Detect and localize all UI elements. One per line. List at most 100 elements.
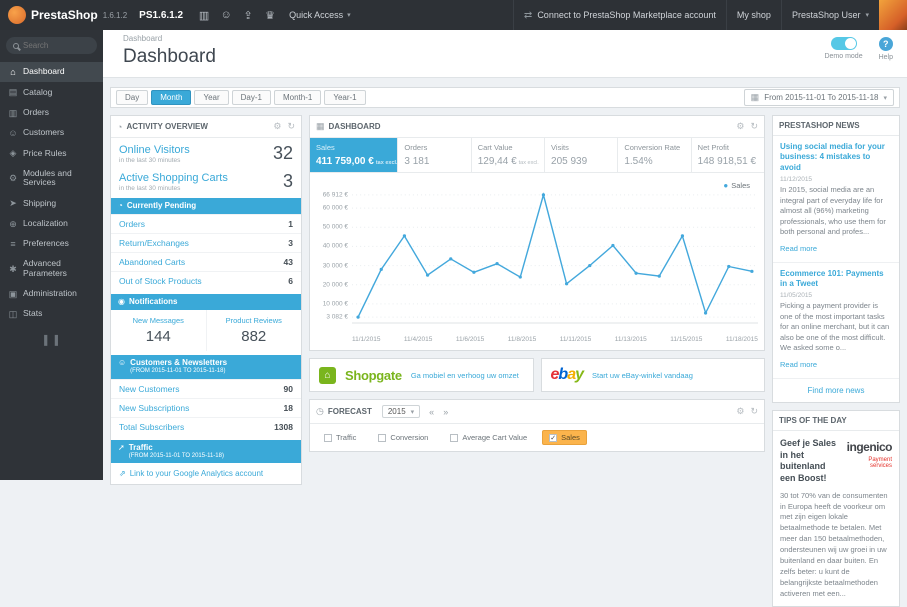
- orders-icon: ▥: [8, 107, 18, 118]
- forecast-traffic-label: Traffic: [336, 433, 357, 442]
- customers-newsletters-range: (FROM 2015-11-01 TO 2015-11-18): [130, 368, 226, 374]
- forecast-toggle-average-cart-value[interactable]: Average Cart Value: [443, 430, 534, 445]
- ebay-link[interactable]: Start uw eBay-winkel vandaag: [592, 371, 693, 380]
- tips-body-text: 30 tot 70% van de consumenten in Europa …: [780, 490, 888, 598]
- shopgate-logo-text: Shopgate: [345, 367, 402, 383]
- filter-month-button[interactable]: Month: [151, 90, 192, 105]
- my-shop-link[interactable]: My shop: [725, 0, 781, 30]
- sidebar-item-preferences[interactable]: ≡ Preferences: [0, 234, 103, 254]
- new-messages-cell[interactable]: New Messages 144: [111, 310, 207, 351]
- pending-orders-link[interactable]: Orders: [119, 219, 145, 229]
- google-analytics-label: Link to your Google Analytics account: [129, 469, 264, 478]
- active-carts-sub: in the last 30 minutes: [119, 185, 181, 192]
- demo-mode-toggle[interactable]: [830, 37, 857, 50]
- chevron-down-icon: ▾: [347, 12, 351, 19]
- forecast-acv-label: Average Cart Value: [462, 433, 528, 442]
- sidebar-item-customers[interactable]: ☺ Customers: [0, 123, 103, 143]
- active-carts-label[interactable]: Active Shopping Carts: [119, 172, 228, 184]
- quick-access-menu[interactable]: Quick Access ▾: [289, 10, 351, 20]
- date-range-picker[interactable]: ▦ From 2015-11-01 To 2015-11-18 ▾: [743, 89, 894, 106]
- news-panel-title: PRESTASHOP NEWS: [779, 121, 860, 130]
- forecast-icon: ◷: [316, 406, 324, 416]
- ingenico-logo-text: ingenico: [846, 439, 893, 454]
- sidebar-collapse-button[interactable]: ▌▐: [0, 335, 103, 345]
- refresh-icon[interactable]: ↻: [750, 406, 758, 417]
- shopgate-link[interactable]: Ga mobiel en verhoog uw omzet: [411, 371, 519, 380]
- metric-visits[interactable]: Visits 205 939: [545, 138, 619, 172]
- metric-sales[interactable]: Sales 411 759,00 € tax excl.: [310, 138, 399, 172]
- forecast-toggle-traffic[interactable]: Traffic: [317, 430, 363, 445]
- forecast-panel-title: FORECAST: [327, 407, 372, 416]
- traffic-title: Traffic: [128, 442, 153, 452]
- metric-orders[interactable]: Orders 3 181: [398, 138, 472, 172]
- sidebar-item-advanced-parameters[interactable]: ✱ Advanced Parameters: [0, 254, 103, 284]
- pending-returns-link[interactable]: Return/Exchanges: [119, 238, 189, 248]
- help-icon[interactable]: ?: [878, 37, 893, 51]
- news-article-excerpt: Picking a payment provider is one of the…: [780, 301, 890, 353]
- read-more-link[interactable]: Read more: [780, 360, 817, 369]
- filter-day-1-button[interactable]: Day-1: [231, 90, 271, 105]
- sidebar-item-label: Orders: [23, 106, 49, 117]
- ingenico-logo: ingenico Payment services: [846, 438, 893, 485]
- read-more-link[interactable]: Read more: [780, 244, 817, 253]
- avatar[interactable]: [879, 0, 907, 30]
- total-subscribers-link[interactable]: Total Subscribers: [119, 422, 184, 432]
- prestashop-logo-icon: [8, 6, 26, 24]
- user-menu[interactable]: PrestaShop User ▾: [780, 0, 879, 30]
- sidebar-item-dashboard[interactable]: ⌂ Dashboard: [0, 62, 103, 83]
- marketplace-link[interactable]: ⇄ Connect to PrestaShop Marketplace acco…: [512, 0, 726, 30]
- sidebar-item-catalog[interactable]: ▤ Catalog: [0, 82, 103, 102]
- new-subscriptions-link[interactable]: New Subscriptions: [119, 403, 189, 413]
- sidebar-item-price-rules[interactable]: ◈ Price Rules: [0, 143, 103, 163]
- forecast-next-button[interactable]: »: [443, 407, 448, 417]
- customer-icon[interactable]: ☺: [215, 9, 237, 21]
- metric-cart-value-value: 129,44 €: [477, 156, 517, 167]
- filter-year-1-button[interactable]: Year-1: [324, 90, 366, 105]
- product-reviews-cell[interactable]: Product Reviews 882: [207, 310, 302, 351]
- filter-year-button[interactable]: Year: [194, 90, 229, 105]
- home-icon: ⌂: [10, 67, 16, 77]
- main-content: Day Month Year Day-1 Month-1 Year-1 ▦ Fr…: [103, 79, 907, 607]
- sidebar-search[interactable]: [6, 37, 97, 54]
- active-carts-value: 3: [282, 171, 293, 191]
- sidebar-item-localization[interactable]: ⊕ Localization: [0, 214, 103, 234]
- forecast-prev-button[interactable]: «: [429, 407, 434, 417]
- forecast-toggle-sales[interactable]: ✓ Sales: [542, 430, 587, 445]
- out-of-stock-link[interactable]: Out of Stock Products: [119, 276, 202, 286]
- upload-icon[interactable]: ⇪: [237, 9, 259, 22]
- sidebar-item-orders[interactable]: ▥ Orders: [0, 103, 103, 123]
- refresh-icon[interactable]: ↻: [750, 121, 758, 132]
- metric-conversion-rate[interactable]: Conversion Rate 1.54%: [618, 138, 692, 172]
- sidebar-item-administration[interactable]: ▣ Administration: [0, 284, 103, 304]
- new-customers-row: New Customers 90: [111, 378, 301, 398]
- sidebar-item-stats[interactable]: ◫ Stats: [0, 304, 103, 324]
- pending-row-out-of-stock: Out of Stock Products 6: [111, 271, 301, 290]
- sidebar-item-shipping[interactable]: ➤ Shipping: [0, 193, 103, 213]
- customers-icon: ☺: [8, 128, 18, 139]
- sidebar-item-modules[interactable]: ⚙ Modules and Services: [0, 164, 103, 194]
- filter-month-1-button[interactable]: Month-1: [273, 90, 322, 105]
- new-customers-link[interactable]: New Customers: [119, 384, 179, 394]
- gear-icon[interactable]: ⚙: [736, 121, 744, 132]
- abandoned-carts-link[interactable]: Abandoned Carts: [119, 257, 185, 267]
- trophy-icon[interactable]: ♛: [259, 9, 281, 22]
- gear-icon[interactable]: ⚙: [736, 406, 744, 417]
- metric-cart-value[interactable]: Cart Value 129,44 € tax excl.: [472, 138, 546, 172]
- prestashop-logo[interactable]: PrestaShop 1.6.1.2: [0, 6, 135, 24]
- new-customers-value: 90: [283, 383, 293, 394]
- gear-icon[interactable]: ⚙: [273, 121, 281, 132]
- filter-day-button[interactable]: Day: [116, 90, 149, 105]
- online-visitors-label[interactable]: Online Visitors: [119, 144, 190, 156]
- x-tick-label: 11/15/2015: [670, 336, 703, 343]
- news-article-title[interactable]: Using social media for your business: 4 …: [780, 142, 892, 173]
- cart-icon[interactable]: ▥: [193, 9, 215, 22]
- metric-sales-note: tax excl.: [375, 160, 398, 166]
- metric-net-profit[interactable]: Net Profit 148 918,51 €: [692, 138, 764, 172]
- forecast-year-select[interactable]: 2015 ▾: [381, 405, 421, 418]
- forecast-toggle-conversion[interactable]: Conversion: [371, 430, 435, 445]
- google-analytics-link[interactable]: ⇗ Link to your Google Analytics account: [111, 463, 301, 484]
- news-article-title[interactable]: Ecommerce 101: Payments in a Tweet: [780, 269, 892, 290]
- find-more-news-link[interactable]: Find more news: [773, 379, 899, 402]
- refresh-icon[interactable]: ↻: [287, 121, 295, 132]
- search-input[interactable]: [23, 41, 83, 50]
